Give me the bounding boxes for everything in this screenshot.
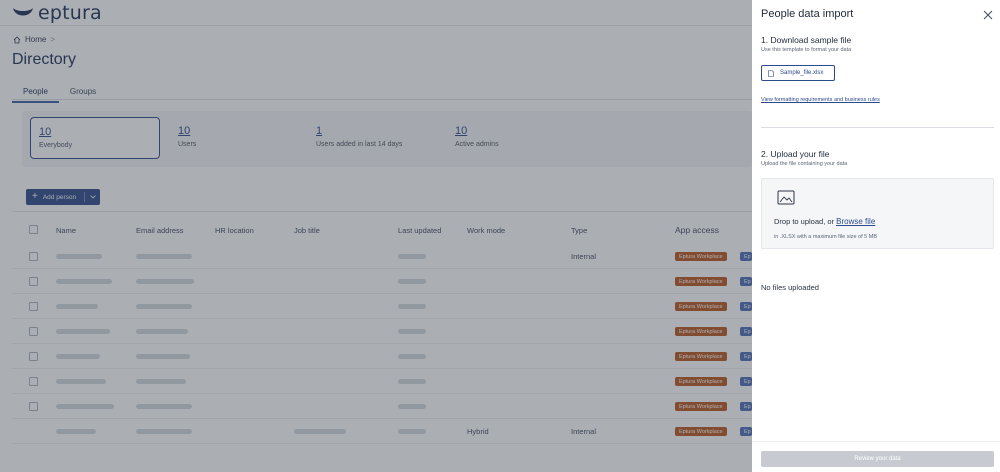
- footer-divider: [752, 441, 1000, 442]
- sample-file-name: Sample_file.xlsx: [780, 70, 824, 76]
- review-data-button[interactable]: Review your data: [761, 451, 994, 467]
- section-divider: [761, 127, 994, 128]
- people-data-import-drawer: People data import 1. Download sample fi…: [752, 0, 1000, 472]
- formatting-rules-link[interactable]: View formatting requirements and busines…: [761, 97, 880, 103]
- drawer-title: People data import: [761, 8, 854, 20]
- drop-text: Drop to upload, or: [774, 217, 835, 226]
- download-sample-file-button[interactable]: Sample_file.xlsx: [761, 65, 835, 81]
- step1-title: 1. Download sample file: [761, 35, 852, 45]
- step2-subtitle: Upload the file containing your data: [761, 161, 848, 167]
- close-icon[interactable]: [983, 10, 993, 20]
- document-icon: [768, 69, 774, 77]
- modal-backdrop[interactable]: [0, 0, 752, 472]
- upload-image-icon: [777, 190, 795, 205]
- file-dropzone[interactable]: Drop to upload, or Browse file in .XLSX …: [761, 178, 994, 249]
- file-size-hint: in .XLSX with a maximum file size of 5 M…: [774, 234, 878, 240]
- no-files-message: No files uploaded: [761, 283, 819, 292]
- browse-file-link[interactable]: Browse file: [836, 217, 875, 226]
- drop-instructions: Drop to upload, or Browse file: [774, 217, 875, 226]
- step1-subtitle: Use this template to format your data: [761, 47, 852, 53]
- step2-title: 2. Upload your file: [761, 149, 830, 159]
